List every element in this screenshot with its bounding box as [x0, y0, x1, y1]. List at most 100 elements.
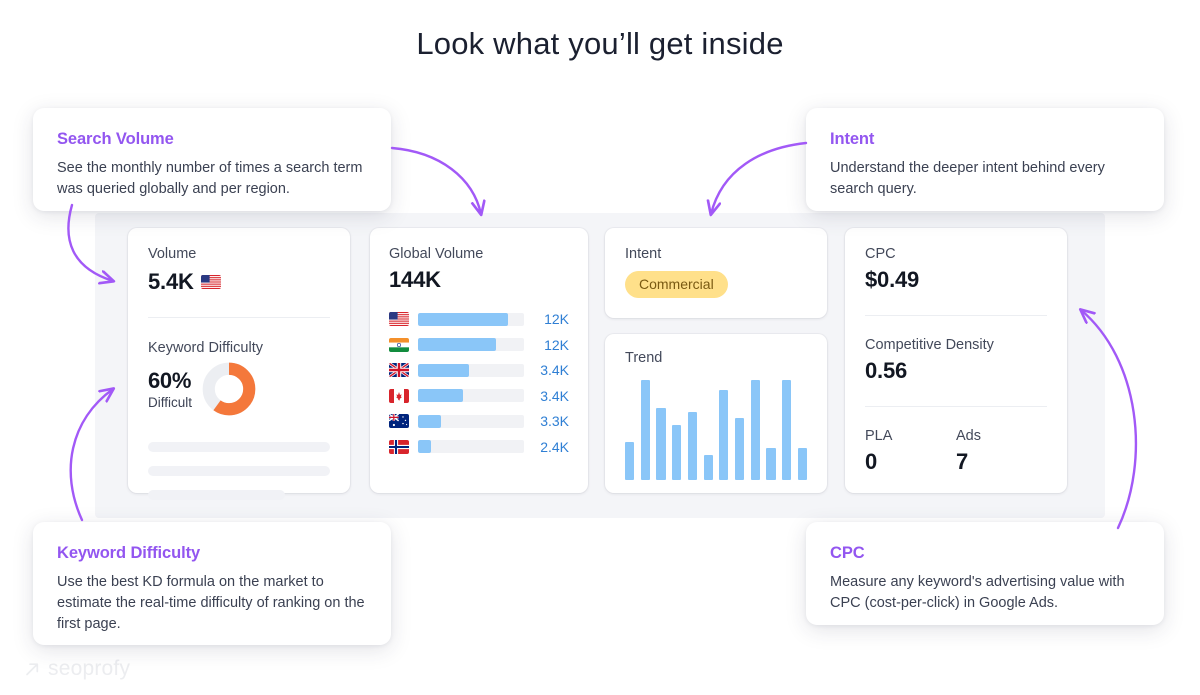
skeleton-bar: [148, 490, 285, 500]
global-volume-card: Global Volume 144K 12K 12K 3.4K 3.4K 3.3K 2.4…: [370, 228, 588, 493]
page-title: Look what you’ll get inside: [416, 26, 784, 61]
volume-bar-track: [418, 363, 524, 377]
callout-title: Intent: [830, 130, 875, 148]
callout-title: Keyword Difficulty: [57, 544, 201, 562]
competitive-density-label: Competitive Density: [865, 337, 994, 353]
volume-bar-fill: [418, 414, 442, 428]
global-volume-label: Global Volume: [389, 246, 484, 262]
callout-keyword-difficulty: Keyword Difficulty Use the best KD formu…: [33, 522, 391, 645]
volume-bar-track: [418, 312, 524, 326]
callout-intent: Intent Understand the deeper intent behi…: [806, 108, 1164, 211]
gb-flag-icon: [389, 363, 409, 377]
callout-body: Understand the deeper intent behind ever…: [830, 160, 1105, 197]
volume-bar-value: 2.4K: [540, 438, 569, 455]
pla-ads-row: PLA 0 Ads 7: [865, 428, 1047, 475]
trend-bar: [687, 412, 698, 480]
volume-bar-track: [418, 338, 524, 351]
volume-label: Volume: [148, 246, 197, 262]
trend-bar: [625, 442, 635, 480]
volume-bar-fill: [418, 312, 509, 326]
trend-bar: [672, 425, 682, 480]
kd-text: 60% Difficult: [148, 368, 192, 410]
volume-bar-value: 12K: [544, 336, 569, 353]
cpc-label: CPC: [865, 246, 896, 262]
competitive-density-value: 0.56: [865, 358, 908, 383]
callout-body: See the monthly number of times a search…: [57, 160, 363, 197]
competitive-density-block: Competitive Density 0.56: [865, 337, 1047, 384]
cpc-divider-2: [865, 406, 1047, 407]
callout-search-volume: Search Volume See the monthly number of …: [33, 108, 391, 211]
kd-label: Keyword Difficulty: [148, 340, 263, 356]
volume-bar-fill: [418, 363, 469, 377]
volume-divider: [148, 317, 330, 318]
country-volume-row: 3.3K: [389, 413, 569, 429]
skeleton-placeholder: [148, 442, 330, 500]
trend-bar: [797, 448, 807, 480]
volume-bar-fill: [418, 440, 431, 453]
watermark-text: seoprofy: [48, 657, 131, 680]
volume-bar-track: [418, 389, 524, 402]
kd-percent: 60%: [148, 368, 192, 393]
skeleton-bar: [148, 466, 330, 476]
intent-card: Intent Commercial: [605, 228, 827, 318]
intent-badge: Commercial: [625, 271, 728, 298]
trend-bar: [734, 418, 745, 480]
cpc-divider-1: [865, 315, 1047, 316]
volume-bar-track: [418, 440, 524, 453]
country-volume-row: 3.4K: [389, 362, 569, 378]
volume-bar-fill: [418, 338, 497, 351]
us-flag-icon: [200, 275, 221, 289]
us-flag-icon: [389, 312, 409, 326]
kd-status: Difficult: [148, 395, 193, 410]
country-volume-row: 12K: [389, 311, 569, 327]
volume-bar-value: 3.4K: [540, 387, 569, 404]
arrow-intent-to-intent-card: [711, 141, 808, 214]
volume-value-row: 5.4K: [148, 269, 330, 295]
ca-flag-icon: [389, 388, 409, 403]
trend-card: Trend: [605, 334, 827, 493]
cpc-value: $0.49: [865, 267, 920, 292]
trend-bar: [782, 380, 792, 480]
trend-bar: [656, 408, 666, 480]
ads-label: Ads: [956, 428, 981, 444]
skeleton-bar: [148, 442, 330, 452]
country-volume-list: 12K 12K 3.4K 3.4K 3.3K 2.4K: [389, 311, 569, 455]
trend-bar: [719, 390, 729, 480]
volume-card: Volume 5.4K Keyword Difficulty 60% Diffi…: [128, 228, 350, 500]
callout-body: Measure any keyword's advertising value …: [830, 574, 1125, 611]
in-flag-icon: [389, 337, 409, 352]
volume-bar-value: 12K: [544, 311, 569, 327]
callout-body: Use the best KD formula on the market to…: [57, 574, 365, 632]
trend-bar-chart: [625, 380, 807, 480]
no-flag-icon: [389, 439, 409, 454]
country-volume-row: 2.4K: [389, 439, 569, 455]
arrow-search-volume-to-global: [390, 146, 481, 214]
kd-donut-chart: [202, 362, 256, 416]
volume-value: 5.4K: [148, 269, 194, 294]
ads-block: Ads 7: [956, 428, 1047, 475]
callout-cpc: CPC Measure any keyword's advertising va…: [806, 522, 1164, 625]
volume-bar-track: [418, 414, 524, 428]
country-volume-row: 3.4K: [389, 388, 569, 404]
global-volume-value: 144K: [389, 267, 441, 292]
watermark: seoprofy: [24, 657, 130, 681]
pla-value: 0: [865, 449, 878, 474]
au-flag-icon: [389, 414, 409, 428]
ads-value: 7: [956, 449, 969, 474]
pla-block: PLA 0: [865, 428, 956, 475]
kd-row: 60% Difficult: [148, 362, 330, 416]
trend-label: Trend: [625, 350, 663, 366]
trend-bar: [703, 455, 713, 480]
cpc-card: CPC $0.49 Competitive Density 0.56 PLA 0…: [845, 228, 1067, 493]
trend-bar: [766, 448, 776, 480]
country-volume-row: 12K: [389, 337, 569, 353]
callout-title: CPC: [830, 544, 865, 562]
volume-bar-fill: [418, 389, 463, 402]
trend-bar: [750, 380, 760, 480]
callout-title: Search Volume: [57, 130, 174, 148]
trend-bar: [640, 380, 650, 480]
arrow-up-right-icon: [26, 662, 39, 675]
volume-bar-value: 3.4K: [540, 362, 569, 378]
pla-label: PLA: [865, 428, 893, 444]
intent-label: Intent: [625, 246, 662, 262]
